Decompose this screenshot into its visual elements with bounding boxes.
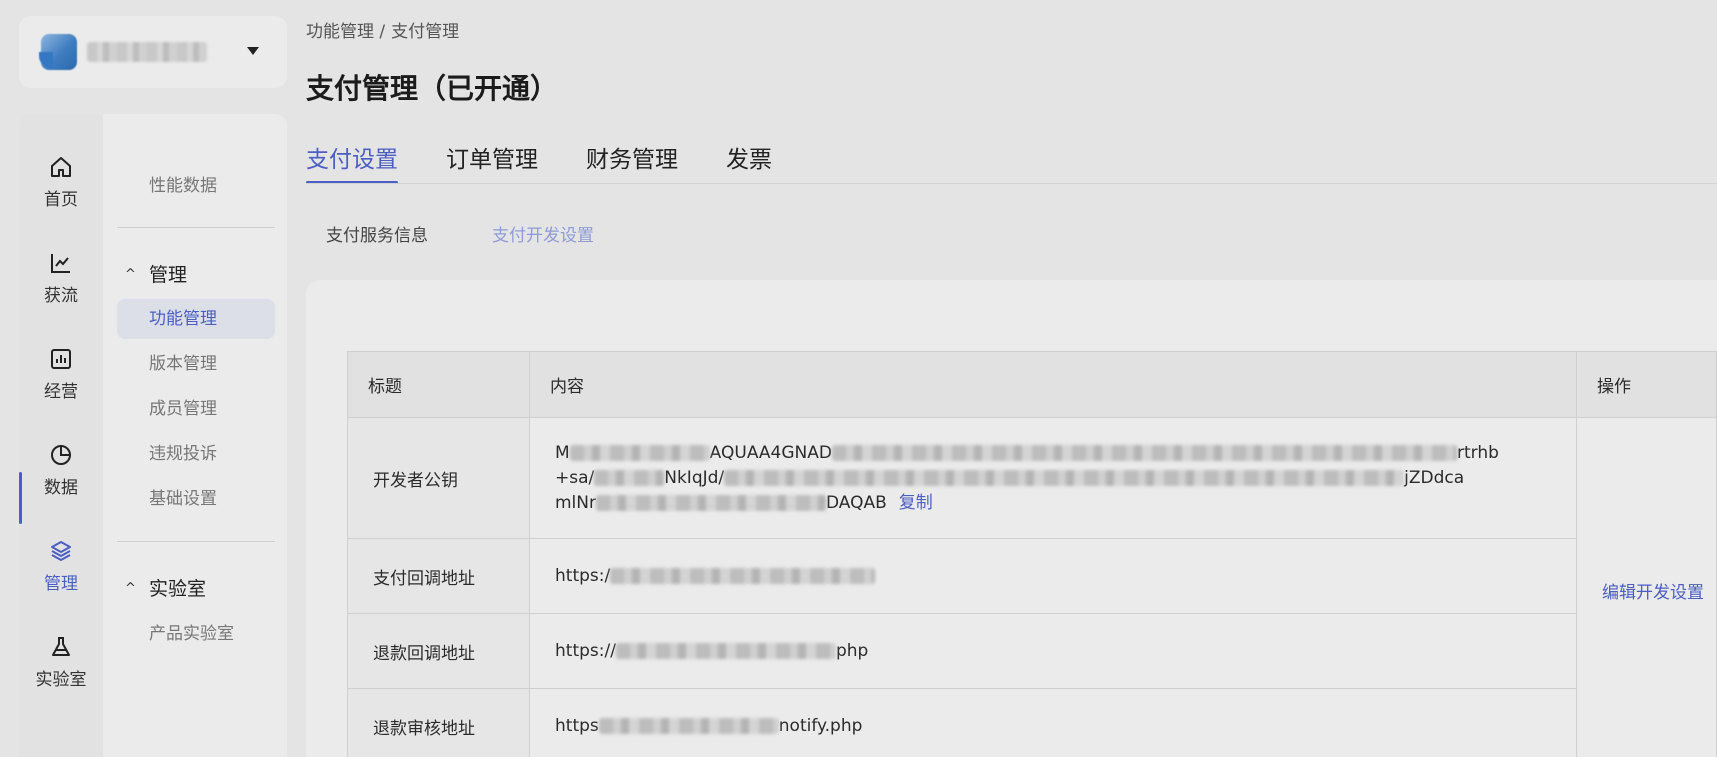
side-navigation: 首页 获流 经营 数据 管理 实验室 性能数据 ^ 管理 功能管理 版本管理 成… xyxy=(19,114,287,757)
subnav-item-basic[interactable]: 基础设置 xyxy=(117,479,275,519)
rail-label: 经营 xyxy=(44,381,78,402)
divider xyxy=(117,227,275,228)
redacted-text xyxy=(594,469,665,486)
subtab-service-info[interactable]: 支付服务信息 xyxy=(326,221,428,246)
subnav-item-function[interactable]: 功能管理 xyxy=(117,299,275,339)
rail-active-indicator xyxy=(19,472,22,524)
subnav-item-complaints[interactable]: 违规投诉 xyxy=(117,434,275,474)
rail-item-home[interactable]: 首页 xyxy=(19,142,103,222)
rail-item-business[interactable]: 经营 xyxy=(19,334,103,414)
dev-settings-table: 标题 内容 操作 开发者公钥 M AQUAA4GNAD rtrhb +sa/NkIq… xyxy=(347,351,1717,757)
edit-dev-settings-link[interactable]: 编辑开发设置 xyxy=(1602,583,1704,603)
app-logo xyxy=(39,34,77,70)
table-row: 退款回调地址 https://php xyxy=(347,613,1717,689)
rail-label: 数据 xyxy=(44,477,78,498)
redacted-text xyxy=(610,568,876,584)
nav-rail: 首页 获流 经营 数据 管理 实验室 xyxy=(19,114,103,757)
tab-payment-settings[interactable]: 支付设置 xyxy=(306,140,398,184)
table-header-row: 标题 内容 操作 xyxy=(347,351,1717,418)
tab-invoice[interactable]: 发票 xyxy=(726,140,772,184)
trend-chart-icon xyxy=(51,253,70,273)
tabs-divider xyxy=(306,183,1717,184)
copy-key-link[interactable]: 复制 xyxy=(899,493,933,513)
tab-finance-management[interactable]: 财务管理 xyxy=(586,140,678,184)
refund-callback-url: https://php xyxy=(529,613,1577,689)
redacted-text xyxy=(831,444,1457,461)
table-row: 退款审核地址 https notify.php xyxy=(347,688,1717,757)
main-tabs: 支付设置 订单管理 财务管理 发票 xyxy=(306,140,820,184)
redacted-text xyxy=(569,444,710,461)
rail-label: 获流 xyxy=(44,285,78,306)
account-name-redacted xyxy=(87,42,207,62)
rail-item-lab[interactable]: 实验室 xyxy=(19,622,103,702)
column-header-title: 标题 xyxy=(347,351,530,418)
breadcrumb-link[interactable]: 功能管理 / xyxy=(306,22,385,42)
public-key-cell: M AQUAA4GNAD rtrhb +sa/NkIqJd/jZDdca mlNr D… xyxy=(529,417,1577,539)
subnav-group-manage[interactable]: ^ 管理 xyxy=(117,255,275,295)
subnav-item-perf[interactable]: 性能数据 xyxy=(117,166,275,206)
row-title: 退款回调地址 xyxy=(347,613,530,689)
rail-item-data[interactable]: 数据 xyxy=(19,430,103,510)
subnav-group-lab[interactable]: ^ 实验室 xyxy=(117,569,275,609)
subnav-group-label: 管理 xyxy=(149,264,188,286)
rail-label: 管理 xyxy=(44,573,78,594)
chevron-up-icon: ^ xyxy=(125,267,136,282)
table-row: 开发者公钥 M AQUAA4GNAD rtrhb +sa/NkIqJd/jZDdca… xyxy=(347,417,1717,757)
divider xyxy=(117,541,275,542)
operation-cell: 编辑开发设置 xyxy=(1576,417,1717,757)
rail-label: 首页 xyxy=(44,189,78,210)
home-icon xyxy=(51,156,71,177)
sub-navigation: 性能数据 ^ 管理 功能管理 版本管理 成员管理 违规投诉 基础设置 ^ 实验室… xyxy=(117,114,277,757)
rail-item-manage[interactable]: 管理 xyxy=(19,526,103,606)
redacted-text xyxy=(596,494,826,511)
page-title: 支付管理（已开通） xyxy=(306,72,559,105)
breadcrumb: 功能管理 / 支付管理 xyxy=(306,17,465,42)
subnav-item-members[interactable]: 成员管理 xyxy=(117,389,275,429)
layers-icon xyxy=(51,540,71,561)
column-header-content: 内容 xyxy=(529,351,1577,418)
subnav-item-version[interactable]: 版本管理 xyxy=(117,344,275,384)
sub-tabs: 支付服务信息 支付开发设置 xyxy=(326,221,658,246)
chevron-up-icon: ^ xyxy=(125,581,136,596)
redacted-text xyxy=(724,469,1405,486)
pie-chart-icon xyxy=(51,444,71,465)
rail-label: 实验室 xyxy=(35,669,87,690)
flask-icon xyxy=(52,636,70,656)
subnav-group-label: 实验室 xyxy=(149,578,207,600)
rail-item-traffic[interactable]: 获流 xyxy=(19,238,103,318)
row-title: 开发者公钥 xyxy=(347,417,530,539)
account-switcher[interactable] xyxy=(19,16,287,88)
redacted-text xyxy=(615,643,836,659)
public-key-value: M AQUAA4GNAD rtrhb +sa/NkIqJd/jZDdca mlNr D… xyxy=(555,442,1499,513)
table-row: 支付回调地址 https:/ xyxy=(347,538,1717,614)
caret-down-icon[interactable] xyxy=(247,47,259,55)
subtab-dev-settings[interactable]: 支付开发设置 xyxy=(492,221,594,246)
refund-review-url: https notify.php xyxy=(529,688,1577,757)
row-title: 支付回调地址 xyxy=(347,538,530,614)
column-header-op: 操作 xyxy=(1576,351,1717,418)
subnav-item-product-lab[interactable]: 产品实验室 xyxy=(117,614,275,654)
pay-callback-url: https:/ xyxy=(529,538,1577,614)
tab-order-management[interactable]: 订单管理 xyxy=(446,140,538,184)
bar-chart-icon xyxy=(51,348,71,369)
breadcrumb-current: 支付管理 xyxy=(391,22,460,42)
redacted-text xyxy=(598,718,779,734)
row-title: 退款审核地址 xyxy=(347,688,530,757)
